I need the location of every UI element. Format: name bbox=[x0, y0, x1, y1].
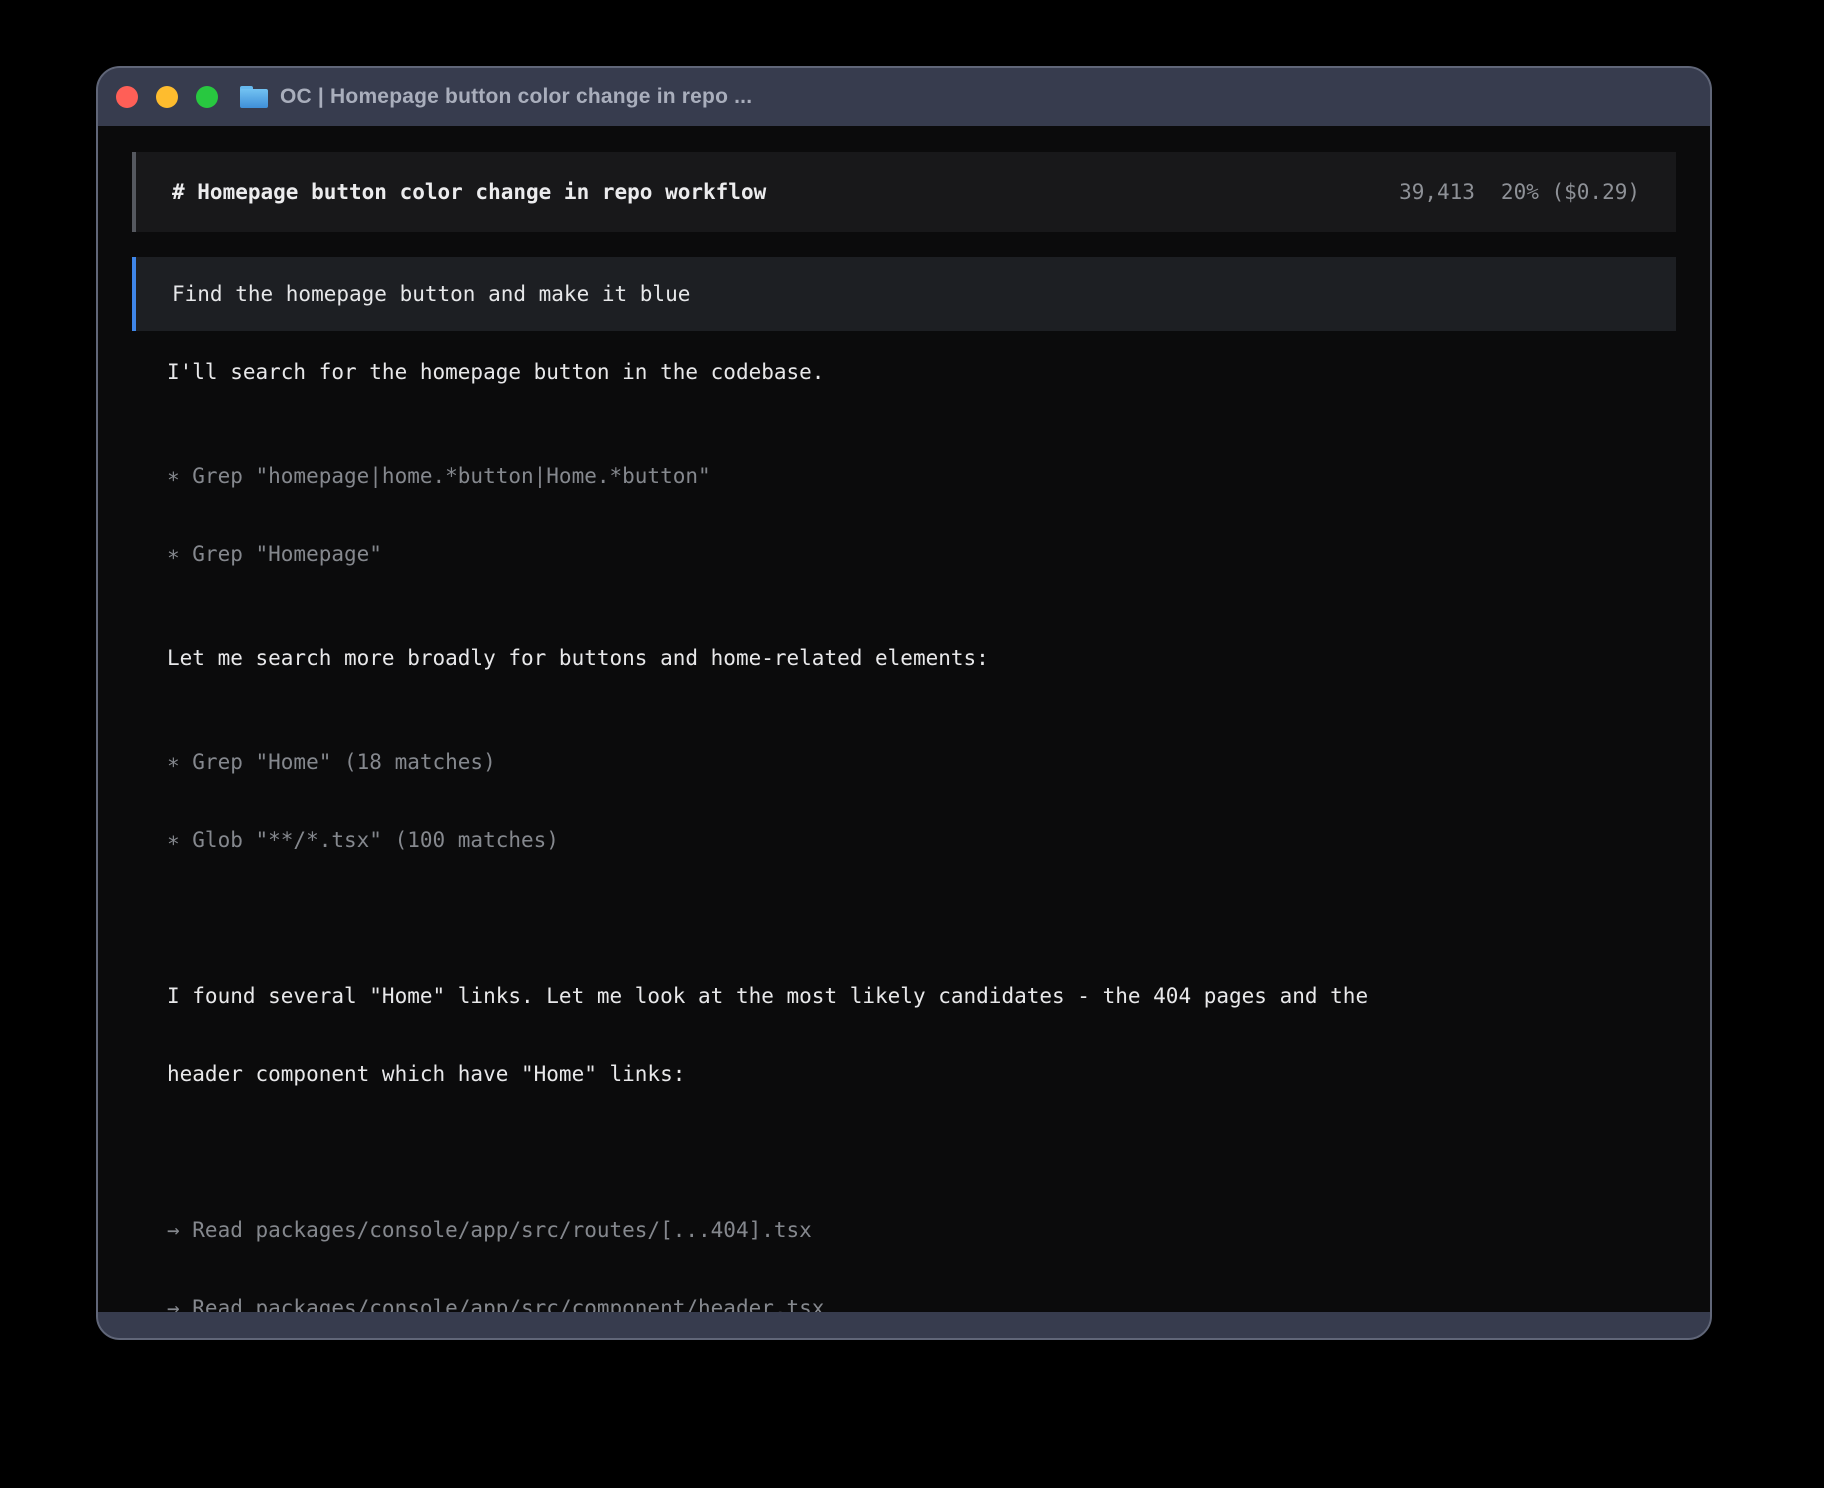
assistant-message: I found several "Home" links. Let me loo… bbox=[167, 931, 1641, 1139]
session-title: # Homepage button color change in repo w… bbox=[172, 179, 766, 205]
tool-call-line: ∗ Grep "homepage|home.*button|Home.*butt… bbox=[167, 463, 1641, 489]
terminal-content: # Homepage button color change in repo w… bbox=[98, 126, 1710, 1312]
context-usage: 20% ($0.29) bbox=[1501, 179, 1640, 205]
assistant-message-line: I found several "Home" links. Let me loo… bbox=[167, 983, 1641, 1009]
tool-call-line: ∗ Grep "Homepage" bbox=[167, 541, 1641, 567]
assistant-message: Let me search more broadly for buttons a… bbox=[167, 645, 1641, 671]
terminal-window: OC | Homepage button color change in rep… bbox=[96, 66, 1712, 1340]
tool-call-line: ∗ Grep "Home" (18 matches) bbox=[167, 749, 1641, 775]
session-stats: 39,413 20% ($0.29) bbox=[1399, 179, 1640, 205]
tool-call-group: ∗ Grep "Home" (18 matches) ∗ Glob "**/*.… bbox=[167, 697, 1641, 905]
tool-call-line: → Read packages/console/app/src/routes/[… bbox=[167, 1217, 1641, 1243]
assistant-message-line: header component which have "Home" links… bbox=[167, 1061, 1641, 1087]
title-bar: OC | Homepage button color change in rep… bbox=[98, 68, 1710, 126]
tool-call-group: → Read packages/console/app/src/routes/[… bbox=[167, 1165, 1641, 1312]
folder-icon bbox=[240, 86, 268, 108]
tool-call-group: ∗ Grep "homepage|home.*button|Home.*butt… bbox=[167, 411, 1641, 619]
tool-call-line: → Read packages/console/app/src/componen… bbox=[167, 1295, 1641, 1312]
zoom-button[interactable] bbox=[196, 86, 218, 108]
conversation: I'll search for the homepage button in t… bbox=[132, 331, 1676, 1312]
close-button[interactable] bbox=[116, 86, 138, 108]
window-title: OC | Homepage button color change in rep… bbox=[280, 85, 752, 109]
session-header: # Homepage button color change in repo w… bbox=[132, 152, 1676, 232]
assistant-message: I'll search for the homepage button in t… bbox=[167, 359, 1641, 385]
tool-call-line: ∗ Glob "**/*.tsx" (100 matches) bbox=[167, 827, 1641, 853]
minimize-button[interactable] bbox=[156, 86, 178, 108]
token-count: 39,413 bbox=[1399, 179, 1475, 205]
user-message: Find the homepage button and make it blu… bbox=[132, 257, 1676, 331]
traffic-lights bbox=[116, 86, 218, 108]
window-bottom-chrome bbox=[98, 1312, 1710, 1338]
user-message-text: Find the homepage button and make it blu… bbox=[172, 282, 690, 306]
